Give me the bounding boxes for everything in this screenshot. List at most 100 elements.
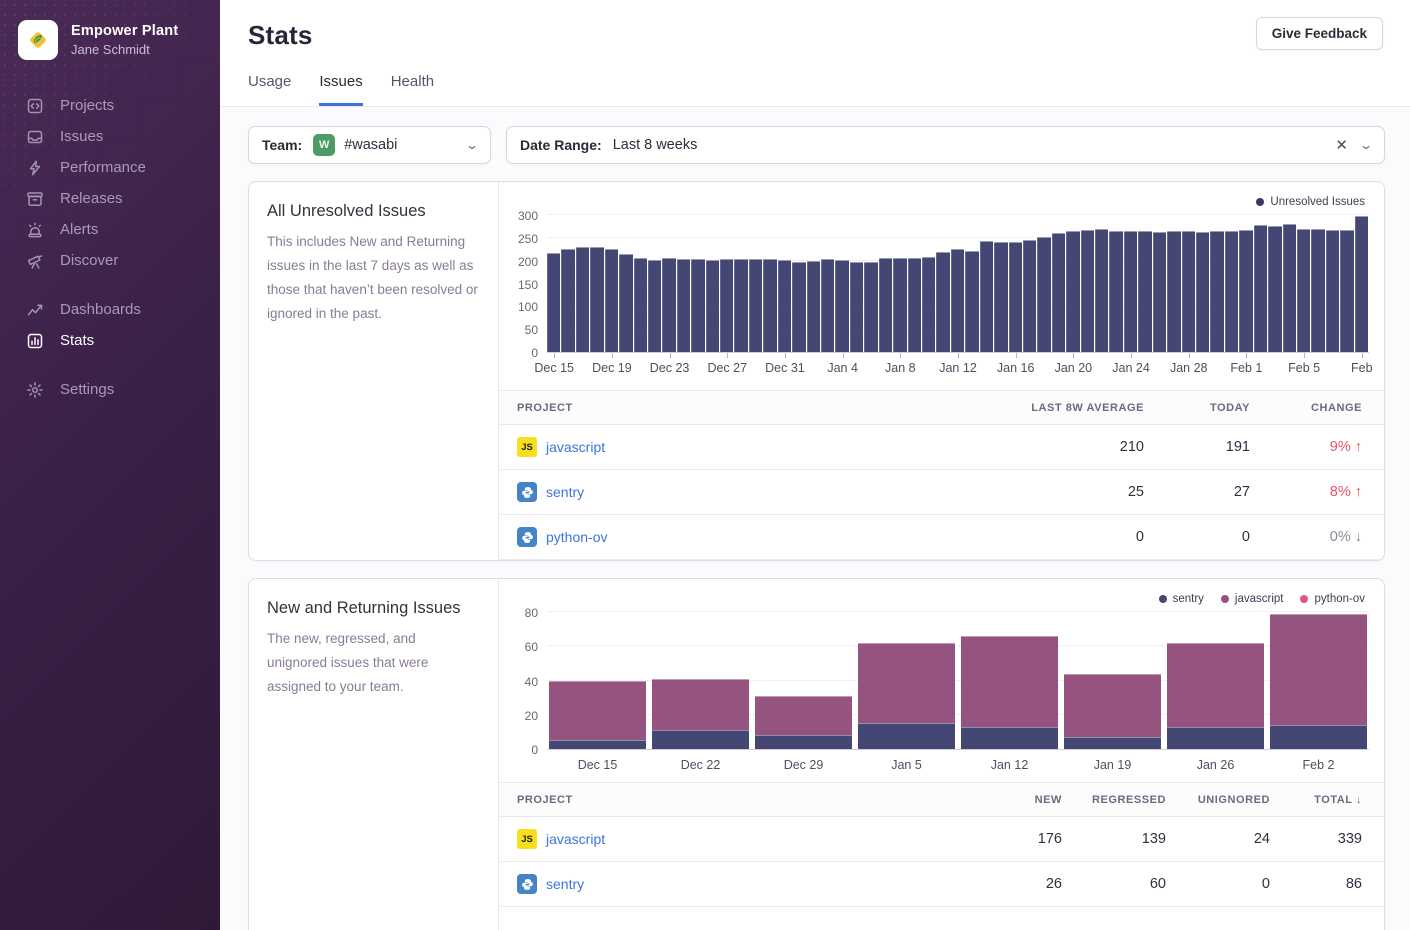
chart-bar[interactable] xyxy=(1283,224,1296,352)
project-link[interactable]: javascript xyxy=(546,831,605,847)
chart-bar[interactable] xyxy=(965,251,978,352)
project-link[interactable]: sentry xyxy=(546,484,584,500)
chart-bar[interactable] xyxy=(576,247,589,352)
chart-bar[interactable] xyxy=(1297,229,1310,352)
bar-chart-plot[interactable] xyxy=(547,216,1369,353)
stacked-bar-plot[interactable] xyxy=(547,613,1369,750)
stacked-bar-feb-2[interactable] xyxy=(1270,614,1367,749)
chart-bar[interactable] xyxy=(879,258,892,352)
chart-bar[interactable] xyxy=(1153,232,1166,352)
project-link[interactable]: javascript xyxy=(546,439,605,455)
column-header-last-8w-average[interactable]: LAST 8W AVERAGE xyxy=(934,402,1144,414)
chart-bar[interactable] xyxy=(706,260,719,352)
chart-bar[interactable] xyxy=(980,241,993,352)
chart-bar[interactable] xyxy=(864,262,877,352)
chart-bar[interactable] xyxy=(720,259,733,352)
column-header-today[interactable]: TODAY xyxy=(1144,402,1250,414)
chart-bar[interactable] xyxy=(1109,231,1122,352)
chart-bar[interactable] xyxy=(1009,242,1022,353)
column-header-new[interactable]: NEW xyxy=(942,794,1062,806)
stacked-bar-dec-22[interactable] xyxy=(652,679,749,749)
tab-usage[interactable]: Usage xyxy=(248,73,291,106)
project-link[interactable]: python-ov xyxy=(546,529,607,545)
chart-bar[interactable] xyxy=(561,249,574,352)
stacked-bar-jan-19[interactable] xyxy=(1064,674,1161,749)
chart-bar[interactable] xyxy=(1052,233,1065,352)
stacked-bar-dec-29[interactable] xyxy=(755,696,852,749)
chart-bar[interactable] xyxy=(922,257,935,352)
date-range-select[interactable]: Date Range: Last 8 weeks ✕ ⌄ xyxy=(506,126,1385,164)
sidebar-item-stats[interactable]: Stats xyxy=(0,325,220,356)
stacked-bar-jan-26[interactable] xyxy=(1167,643,1264,749)
chart-bar[interactable] xyxy=(821,259,834,352)
chart-bar[interactable] xyxy=(634,258,647,352)
stacked-bar-dec-15[interactable] xyxy=(549,681,646,750)
team-select[interactable]: Team: W #wasabi ⌄ xyxy=(248,126,491,164)
chart-bar[interactable] xyxy=(1066,231,1079,352)
chart-bar[interactable] xyxy=(1037,237,1050,352)
chart-bar[interactable] xyxy=(807,261,820,352)
chart-bar[interactable] xyxy=(1081,230,1094,352)
chart-bar[interactable] xyxy=(590,247,603,352)
chart-bar[interactable] xyxy=(763,259,776,352)
chart-bar[interactable] xyxy=(908,258,921,352)
sidebar-item-alerts[interactable]: Alerts xyxy=(0,214,220,245)
tab-issues[interactable]: Issues xyxy=(319,73,362,106)
project-link[interactable]: sentry xyxy=(546,876,584,892)
sidebar-item-projects[interactable]: Projects xyxy=(0,90,220,121)
column-header-change[interactable]: CHANGE xyxy=(1250,402,1362,414)
column-header-regressed[interactable]: REGRESSED xyxy=(1062,794,1166,806)
stacked-bar-jan-5[interactable] xyxy=(858,643,955,749)
chart-bar[interactable] xyxy=(1138,231,1151,352)
chart-bar[interactable] xyxy=(734,259,747,352)
sidebar-item-dashboards[interactable]: Dashboards xyxy=(0,294,220,325)
sidebar-item-discover[interactable]: Discover xyxy=(0,245,220,276)
chart-bar[interactable] xyxy=(936,252,949,352)
chart-bar[interactable] xyxy=(1210,231,1223,352)
give-feedback-button[interactable]: Give Feedback xyxy=(1256,17,1383,50)
chart-bar[interactable] xyxy=(677,259,690,352)
clear-date-icon[interactable]: ✕ xyxy=(1335,136,1348,154)
column-header-project[interactable]: PROJECT xyxy=(517,402,934,414)
chart-bar[interactable] xyxy=(994,242,1007,352)
chart-bar[interactable] xyxy=(1182,231,1195,352)
chart-bar[interactable] xyxy=(1239,230,1252,352)
chart-bar[interactable] xyxy=(893,258,906,352)
chart-bar[interactable] xyxy=(1254,225,1267,352)
chart-bar[interactable] xyxy=(1124,231,1137,352)
tab-health[interactable]: Health xyxy=(391,73,434,106)
chart-bar[interactable] xyxy=(605,249,618,352)
chart-bar[interactable] xyxy=(662,258,675,352)
chart-bar[interactable] xyxy=(1355,216,1368,352)
chart-bar[interactable] xyxy=(778,260,791,352)
chart-bar[interactable] xyxy=(1095,229,1108,352)
chart-bar[interactable] xyxy=(1225,231,1238,352)
chart-bar[interactable] xyxy=(951,249,964,352)
unresolved-issues-chart[interactable]: 050100150200250300Dec 15Dec 19Dec 23Dec … xyxy=(499,216,1369,380)
chart-bar[interactable] xyxy=(1311,229,1324,352)
column-header-project[interactable]: PROJECT xyxy=(517,794,942,806)
chart-bar[interactable] xyxy=(1196,232,1209,352)
chart-bar[interactable] xyxy=(749,259,762,352)
sidebar-item-settings[interactable]: Settings xyxy=(0,374,220,405)
sidebar-item-issues[interactable]: Issues xyxy=(0,121,220,152)
chart-bar[interactable] xyxy=(835,260,848,352)
chart-bar[interactable] xyxy=(691,259,704,352)
chart-bar[interactable] xyxy=(547,253,560,352)
column-header-unignored[interactable]: UNIGNORED xyxy=(1166,794,1270,806)
chart-bar[interactable] xyxy=(1268,226,1281,352)
stacked-bar-jan-12[interactable] xyxy=(961,636,1058,749)
column-header-total[interactable]: TOTAL ↓ xyxy=(1270,794,1362,806)
chart-bar[interactable] xyxy=(1340,230,1353,352)
chart-bar[interactable] xyxy=(1167,231,1180,352)
new-returning-issues-chart[interactable]: 020406080Dec 15Dec 22Dec 29Jan 5Jan 12Ja… xyxy=(499,613,1369,772)
chart-bar[interactable] xyxy=(1326,230,1339,352)
chart-bar[interactable] xyxy=(1023,240,1036,352)
org-switcher[interactable]: Empower Plant Jane Schmidt xyxy=(0,0,220,80)
chart-bar[interactable] xyxy=(648,260,661,352)
sidebar-item-releases[interactable]: Releases xyxy=(0,183,220,214)
sidebar-item-performance[interactable]: Performance xyxy=(0,152,220,183)
chart-bar[interactable] xyxy=(850,262,863,352)
chart-bar[interactable] xyxy=(619,254,632,352)
chart-bar[interactable] xyxy=(792,262,805,352)
